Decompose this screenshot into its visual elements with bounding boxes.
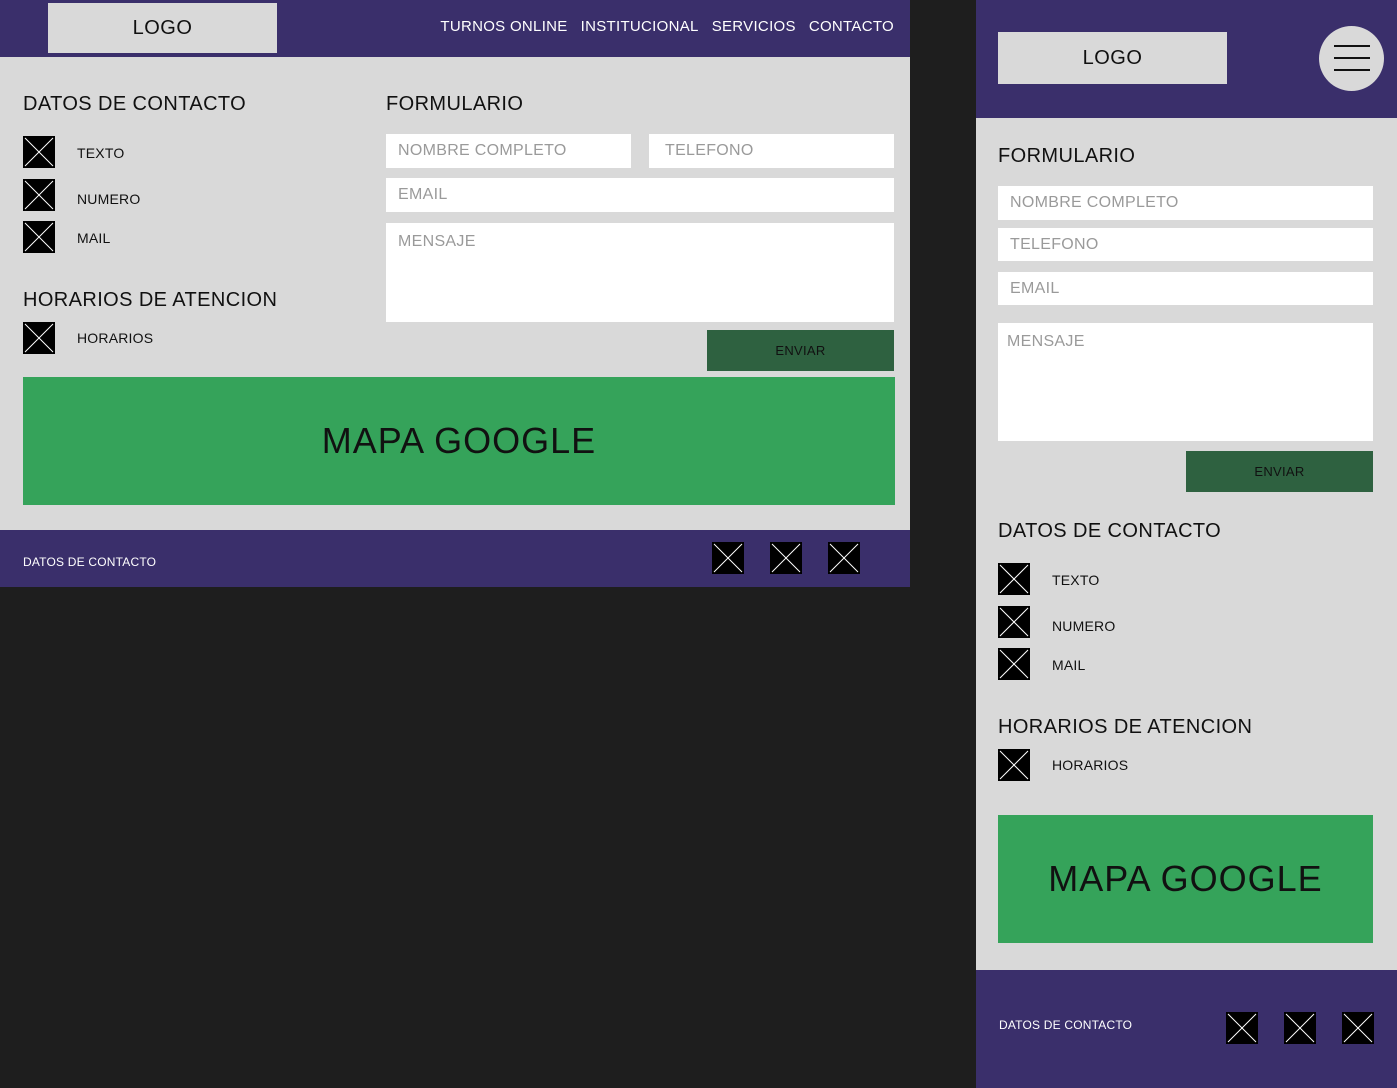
desktop-form-title: FORMULARIO bbox=[386, 93, 524, 115]
mobile-contact-numero: NUMERO bbox=[1052, 618, 1116, 634]
phone-icon bbox=[998, 606, 1030, 638]
text-icon bbox=[998, 563, 1030, 595]
nav-turnos-online[interactable]: TURNOS ONLINE bbox=[440, 18, 567, 35]
mobile-submit-button[interactable]: ENVIAR bbox=[1186, 451, 1373, 492]
social-icon-3[interactable] bbox=[1342, 1012, 1374, 1044]
desktop-phone-input[interactable]: TELEFONO bbox=[649, 134, 894, 168]
desktop-hours-title: HORARIOS DE ATENCION bbox=[23, 289, 278, 311]
desktop-hours-label: HORARIOS bbox=[77, 330, 154, 346]
mobile-hours-label: HORARIOS bbox=[1052, 757, 1129, 773]
mobile-contact-mail: MAIL bbox=[1052, 657, 1086, 673]
desktop-contact-title: DATOS DE CONTACTO bbox=[23, 93, 247, 115]
social-icon-1[interactable] bbox=[1226, 1012, 1258, 1044]
mobile-contact-texto: TEXTO bbox=[1052, 572, 1100, 588]
desktop-frame: LOGO TURNOS ONLINE INSTITUCIONAL SERVICI… bbox=[0, 0, 910, 587]
nav-servicios[interactable]: SERVICIOS bbox=[712, 18, 796, 35]
mobile-header: LOGO bbox=[976, 0, 1397, 118]
mail-icon bbox=[998, 648, 1030, 680]
mobile-contact-title: DATOS DE CONTACTO bbox=[998, 520, 1222, 542]
mobile-phone-input[interactable]: TELEFONO bbox=[998, 228, 1373, 261]
social-icon-3[interactable] bbox=[828, 542, 860, 574]
clock-icon bbox=[998, 749, 1030, 781]
social-icon-1[interactable] bbox=[712, 542, 744, 574]
desktop-message-textarea[interactable]: MENSAJE bbox=[386, 223, 894, 322]
desktop-footer: DATOS DE CONTACTO bbox=[0, 530, 910, 587]
mobile-form-title: FORMULARIO bbox=[998, 145, 1136, 167]
desktop-footer-text: DATOS DE CONTACTO bbox=[23, 555, 157, 569]
mobile-frame: LOGO FORMULARIO NOMBRE COMPLETO TELEFONO… bbox=[976, 0, 1397, 1088]
social-icon-2[interactable] bbox=[770, 542, 802, 574]
desktop-contact-numero: NUMERO bbox=[77, 191, 141, 207]
nav-contacto[interactable]: CONTACTO bbox=[809, 18, 894, 35]
mobile-map[interactable]: MAPA GOOGLE bbox=[998, 815, 1373, 943]
mobile-hours-title: HORARIOS DE ATENCION bbox=[998, 716, 1253, 738]
mobile-message-textarea[interactable]: MENSAJE bbox=[998, 323, 1373, 441]
desktop-header: LOGO TURNOS ONLINE INSTITUCIONAL SERVICI… bbox=[0, 0, 910, 57]
desktop-name-input[interactable]: NOMBRE COMPLETO bbox=[386, 134, 631, 168]
clock-icon bbox=[23, 322, 55, 354]
text-icon bbox=[23, 136, 55, 168]
desktop-email-input[interactable]: EMAIL bbox=[386, 178, 894, 212]
mobile-email-input[interactable]: EMAIL bbox=[998, 272, 1373, 305]
desktop-contact-texto: TEXTO bbox=[77, 145, 125, 161]
mobile-footer-text: DATOS DE CONTACTO bbox=[999, 1018, 1133, 1032]
mail-icon bbox=[23, 221, 55, 253]
social-icon-2[interactable] bbox=[1284, 1012, 1316, 1044]
nav-institucional[interactable]: INSTITUCIONAL bbox=[581, 18, 699, 35]
mobile-logo[interactable]: LOGO bbox=[998, 32, 1227, 84]
mobile-footer: DATOS DE CONTACTO bbox=[976, 970, 1397, 1088]
desktop-logo[interactable]: LOGO bbox=[48, 3, 277, 53]
mobile-name-input[interactable]: NOMBRE COMPLETO bbox=[998, 186, 1373, 220]
desktop-nav: TURNOS ONLINE INSTITUCIONAL SERVICIOS CO… bbox=[440, 18, 894, 35]
hamburger-menu-icon[interactable] bbox=[1319, 26, 1384, 91]
desktop-contact-mail: MAIL bbox=[77, 230, 111, 246]
desktop-map[interactable]: MAPA GOOGLE bbox=[23, 377, 895, 505]
desktop-submit-button[interactable]: ENVIAR bbox=[707, 330, 894, 371]
phone-icon bbox=[23, 179, 55, 211]
